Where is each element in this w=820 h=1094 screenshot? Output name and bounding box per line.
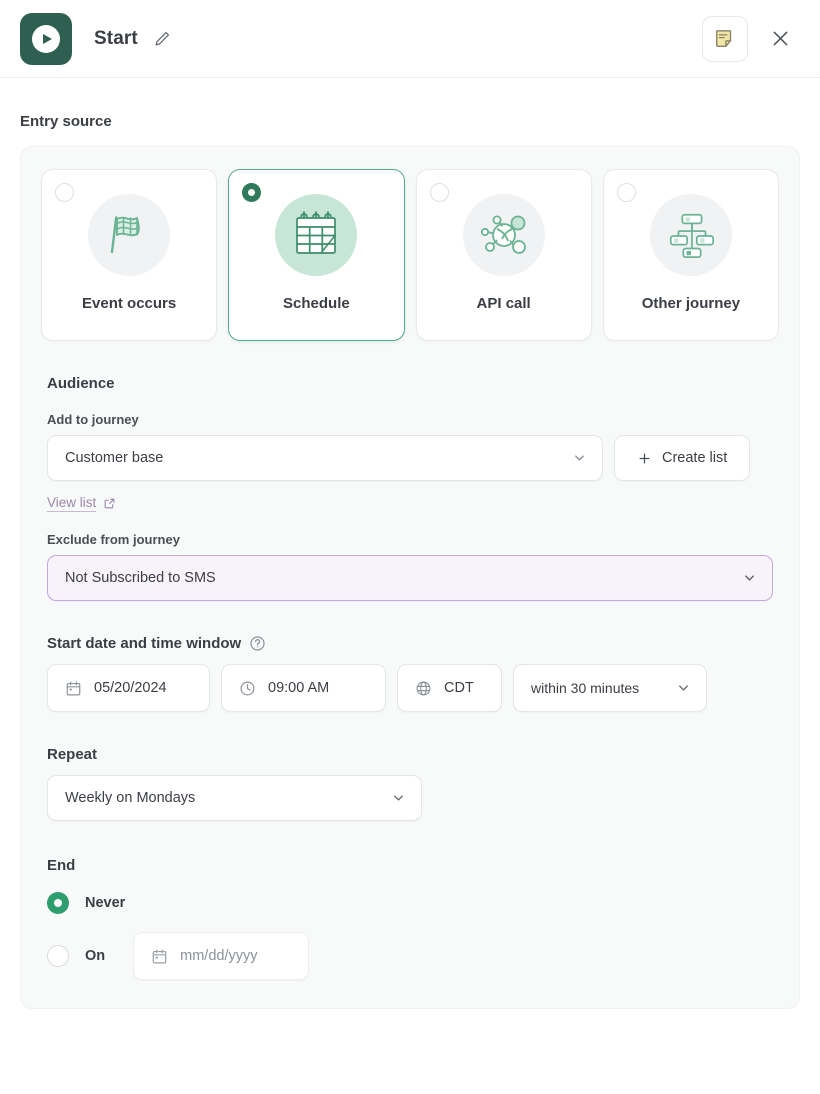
globe-icon (415, 680, 432, 697)
timezone-value: CDT (444, 680, 474, 696)
start-node-config-panel: Start Entry source Event occurs Schedule… (0, 0, 820, 1094)
exclude-from-journey-select[interactable]: Not Subscribed to SMS (47, 555, 773, 601)
play-circle-icon (20, 12, 72, 65)
sticky-note-icon[interactable] (702, 15, 748, 62)
org-chart-icon (649, 194, 732, 276)
chevron-down-icon (391, 791, 406, 806)
clock-icon (239, 680, 256, 697)
end-option-label: On (85, 948, 106, 964)
calendar-icon (151, 948, 168, 965)
api-network-icon (462, 194, 545, 276)
entry-source-card-schedule[interactable]: Schedule (228, 169, 405, 341)
calendar-icon (275, 194, 358, 276)
radio-on[interactable] (47, 945, 69, 967)
view-list-link[interactable]: View list (47, 495, 116, 512)
entry-source-card-label: Other journey (641, 295, 741, 312)
exclude-from-journey-label: Exclude from journey (47, 532, 180, 547)
radio-event-occurs[interactable] (55, 183, 74, 202)
time-window-select[interactable]: within 30 minutes (513, 664, 707, 712)
entry-source-card-label: Schedule (283, 295, 350, 312)
entry-source-card-event-occurs[interactable]: Event occurs (41, 169, 218, 341)
create-list-button[interactable]: Create list (614, 435, 751, 481)
radio-api-call[interactable] (429, 183, 449, 202)
chevron-down-icon (676, 681, 691, 696)
time-window-value: within 30 minutes (531, 680, 640, 696)
radio-never[interactable] (47, 892, 69, 914)
view-list-label: View list (47, 495, 97, 512)
start-date-input[interactable]: 05/20/2024 (47, 664, 210, 712)
start-time-input[interactable]: 09:00 AM (221, 664, 386, 712)
entry-source-card-label: API call (476, 295, 531, 312)
entry-source-card-label: Event occurs (82, 295, 177, 312)
panel-body: Entry source Event occurs Schedule API c… (0, 78, 820, 1094)
start-window-label-row: Start date and time window (47, 635, 773, 652)
entry-source-label: Entry source (20, 113, 112, 130)
end-date-input[interactable]: mm/dd/yyyy (133, 932, 310, 980)
repeat-select[interactable]: Weekly on Mondays (47, 775, 422, 821)
timezone-selector[interactable]: CDT (397, 664, 502, 712)
radio-schedule[interactable] (242, 183, 262, 202)
external-link-icon (103, 497, 116, 510)
add-to-journey-value: Customer base (65, 450, 164, 466)
close-icon[interactable] (760, 19, 800, 59)
repeat-value: Weekly on Mondays (65, 790, 196, 806)
audience-section: Audience Add to journey Customer base Cr… (41, 375, 779, 980)
radio-other-journey[interactable] (616, 183, 636, 202)
entry-source-panel: Event occurs Schedule API call Other jou… (20, 146, 800, 1009)
panel-header: Start (0, 0, 820, 78)
end-option-never[interactable]: Never (47, 892, 773, 914)
end-option-on[interactable]: On mm/dd/yyyy (47, 932, 773, 980)
entry-source-card-api-call[interactable]: API call (415, 169, 592, 341)
start-window-row: 05/20/2024 09:00 AM CDT within 30 minute… (47, 664, 773, 712)
entry-source-card-other-journey[interactable]: Other journey (602, 169, 779, 341)
create-list-label: Create list (662, 450, 728, 466)
repeat-label: Repeat (47, 746, 98, 763)
checkered-flag-icon (88, 194, 171, 276)
add-to-journey-label: Add to journey (47, 412, 139, 427)
end-label: End (47, 857, 76, 874)
add-to-journey-row: Customer base Create list (47, 435, 773, 481)
audience-title: Audience (47, 375, 115, 392)
add-to-journey-select[interactable]: Customer base (47, 435, 603, 481)
entry-source-card-list: Event occurs Schedule API call Other jou… (41, 169, 779, 341)
plus-icon (637, 451, 652, 466)
start-time-value: 09:00 AM (268, 680, 330, 696)
chevron-down-icon (572, 451, 587, 466)
end-option-label: Never (85, 895, 126, 911)
exclude-from-journey-value: Not Subscribed to SMS (65, 570, 216, 586)
end-date-placeholder: mm/dd/yyyy (180, 948, 258, 964)
pencil-icon[interactable] (152, 28, 174, 50)
calendar-icon (65, 680, 82, 697)
chevron-down-icon (742, 571, 757, 586)
page-title: Start (94, 27, 138, 49)
start-date-value: 05/20/2024 (94, 680, 167, 696)
start-window-label: Start date and time window (47, 635, 242, 652)
question-circle-icon[interactable] (249, 635, 266, 652)
